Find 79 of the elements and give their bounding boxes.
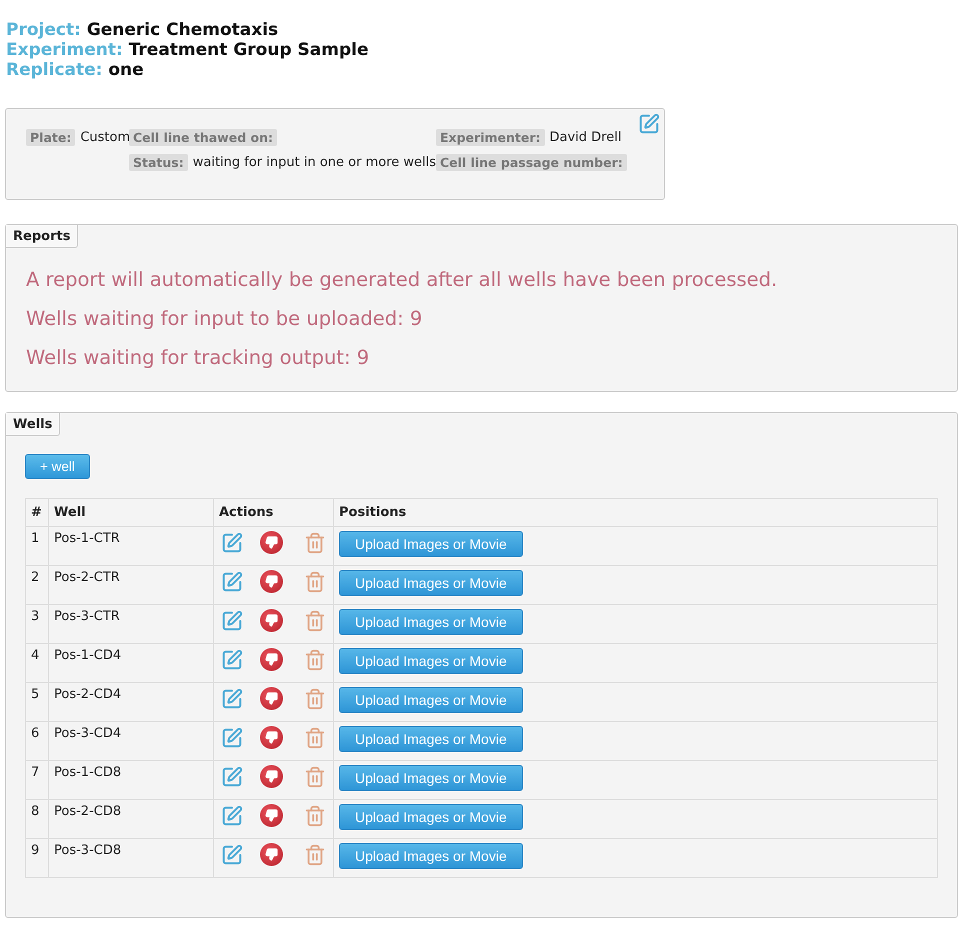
report-message: A report will automatically be generated after all wells have been processed. — [26, 267, 778, 293]
table-cell: Pos-2-CD8 — [48, 800, 214, 838]
field-label: Experimenter: — [436, 129, 544, 146]
edit-icon[interactable] — [221, 688, 243, 710]
table-cell: 2 — [26, 566, 48, 604]
edit-icon[interactable] — [221, 648, 243, 670]
edit-icon[interactable] — [221, 726, 243, 748]
header-value: Generic Chemotaxis — [86, 20, 278, 40]
table-cell: 4 — [26, 644, 48, 682]
table-cell: 3 — [26, 604, 48, 644]
field-label: Cell line passage number: — [436, 154, 627, 171]
upload-button[interactable]: Upload Images or Movie — [339, 531, 523, 557]
header-value: Treatment Group Sample — [128, 40, 368, 60]
add-well-button[interactable]: + well — [25, 454, 90, 479]
field-label: Cell line thawed on: — [129, 129, 277, 146]
table-cell: Pos-1-CD8 — [48, 760, 214, 800]
report-message: Wells waiting for tracking output: 9 — [26, 345, 370, 371]
thumbs-down-icon[interactable] — [260, 531, 283, 554]
trash-icon[interactable] — [304, 648, 326, 670]
trash-icon[interactable] — [304, 688, 326, 710]
table-cell: Pos-2-CD4 — [48, 682, 214, 722]
panel-title: Reports — [6, 225, 78, 248]
thumbs-down-icon[interactable] — [260, 648, 283, 671]
trash-icon[interactable] — [304, 532, 326, 554]
thumbs-down-icon[interactable] — [260, 804, 283, 827]
trash-icon[interactable] — [304, 804, 326, 826]
table-cell: 5 — [26, 682, 48, 722]
trash-icon[interactable] — [304, 766, 326, 788]
field-value: David Drell — [550, 130, 622, 145]
field-label: Plate: — [26, 129, 76, 146]
report-message: Wells waiting for input to be uploaded: 9 — [26, 306, 424, 332]
table-cell: Pos-2-CTR — [48, 566, 214, 604]
field-value: waiting for input in one or more wells — [192, 155, 436, 170]
column-header: Positions — [334, 498, 938, 526]
header-label: Experiment: — [6, 40, 123, 60]
thumbs-down-icon[interactable] — [260, 687, 283, 710]
column-header: Actions — [214, 498, 334, 526]
table-cell: 9 — [26, 838, 48, 878]
trash-icon[interactable] — [304, 570, 326, 592]
column-header: Well — [48, 498, 214, 526]
thumbs-down-icon[interactable] — [260, 609, 283, 632]
upload-button[interactable]: Upload Images or Movie — [339, 804, 523, 830]
upload-button[interactable]: Upload Images or Movie — [339, 726, 523, 752]
table-cell: Pos-3-CD4 — [48, 722, 214, 760]
table-cell: 6 — [26, 722, 48, 760]
trash-icon[interactable] — [304, 844, 326, 866]
thumbs-down-icon[interactable] — [260, 765, 283, 788]
header-label: Replicate: — [6, 60, 102, 80]
header-value: one — [108, 60, 144, 80]
table-cell: Pos-3-CTR — [48, 604, 214, 644]
trash-icon[interactable] — [304, 726, 326, 748]
edit-icon[interactable] — [221, 570, 243, 592]
edit-icon[interactable] — [221, 610, 243, 632]
edit-icon[interactable] — [221, 532, 243, 554]
edit-icon[interactable] — [221, 804, 243, 826]
table-cell: 7 — [26, 760, 48, 800]
thumbs-down-icon[interactable] — [260, 570, 283, 593]
panel-title: Wells — [6, 413, 60, 436]
upload-button[interactable]: Upload Images or Movie — [339, 609, 523, 635]
trash-icon[interactable] — [304, 610, 326, 632]
upload-button[interactable]: Upload Images or Movie — [339, 570, 523, 596]
table-cell: 8 — [26, 800, 48, 838]
column-header: # — [26, 498, 48, 526]
upload-button[interactable]: Upload Images or Movie — [339, 687, 523, 713]
header-label: Project: — [6, 20, 81, 40]
table-cell: Pos-1-CD4 — [48, 644, 214, 682]
upload-button[interactable]: Upload Images or Movie — [339, 843, 523, 869]
thumbs-down-icon[interactable] — [260, 726, 283, 749]
thumbs-down-icon[interactable] — [260, 843, 283, 866]
edit-icon[interactable] — [221, 844, 243, 866]
upload-button[interactable]: Upload Images or Movie — [339, 648, 523, 674]
upload-button[interactable]: Upload Images or Movie — [339, 765, 523, 791]
edit-icon[interactable] — [638, 113, 660, 135]
field-value: Custom — [80, 130, 130, 145]
table-cell: Pos-1-CTR — [48, 526, 214, 566]
table-cell: 1 — [26, 526, 48, 566]
edit-icon[interactable] — [221, 766, 243, 788]
table-cell: Pos-3-CD8 — [48, 838, 214, 878]
field-label: Status: — [129, 154, 188, 171]
